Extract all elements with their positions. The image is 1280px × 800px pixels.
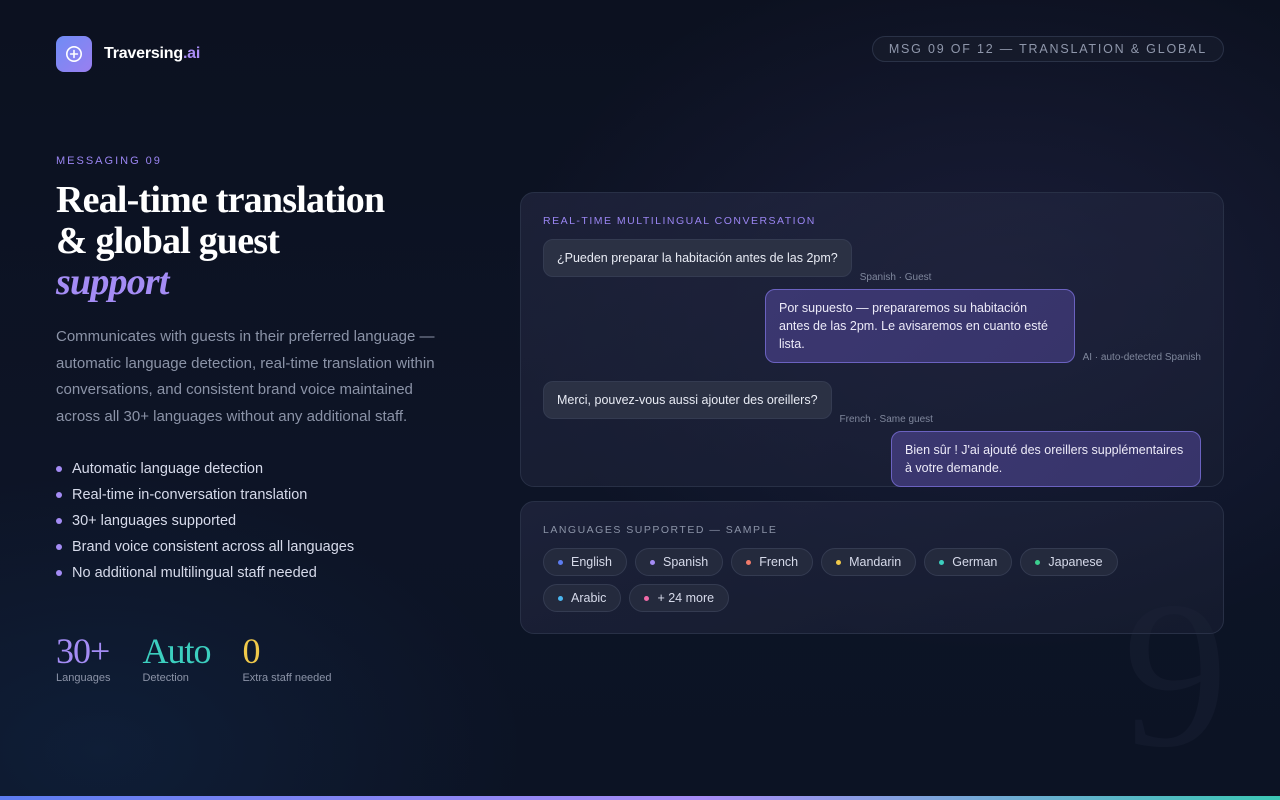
progress-pill: MSG 09 OF 12 — TRANSLATION & GLOBAL: [871, 36, 1224, 62]
guest-message-bubble: Merci, pouvez-vous aussi ajouter des ore…: [543, 381, 832, 419]
stat-label: Languages: [56, 672, 111, 684]
message-row: ¿Pueden preparar la habitación antes de …: [543, 239, 1201, 283]
hero-description: Communicates with guests in their prefer…: [56, 328, 435, 425]
languages-card-title: LANGUAGES SUPPORTED — SAMPLE: [543, 524, 778, 536]
language-chip-french[interactable]: French: [731, 548, 814, 576]
language-dot: [558, 595, 563, 601]
stat-extra-staff: 0 Extra staff needed: [242, 632, 331, 684]
title-accent: support: [56, 261, 169, 303]
title-line-1: Real-time translation: [56, 179, 385, 221]
stat-value: 30+: [56, 631, 110, 671]
bullet-dot: [56, 492, 62, 498]
feature-item: Real-time in-conversation translation: [56, 482, 354, 508]
language-dot: [1035, 559, 1041, 565]
brand-logo[interactable]: Traversing.ai: [56, 36, 200, 72]
language-chip-more[interactable]: + 24 more: [629, 584, 730, 612]
message-row: Por supuesto — prepararemos su habitació…: [543, 289, 1201, 363]
language-dot: [746, 559, 752, 565]
section-eyebrow: MESSAGING 09: [56, 155, 162, 167]
feature-item: No additional multilingual staff needed: [56, 560, 354, 586]
ai-message-bubble: Por supuesto — prepararemos su habitació…: [765, 289, 1075, 363]
stat-detection: Auto Detection: [142, 631, 211, 684]
language-dot: [836, 559, 842, 565]
stat-value: 0: [242, 631, 260, 671]
message-meta: Spanish · Guest: [859, 272, 932, 283]
message-row: Bien sûr ! J'ai ajouté des oreillers sup…: [543, 431, 1201, 487]
bottom-progress-bar: [0, 796, 1280, 800]
language-chip-list: English Spanish French Mandarin German J…: [543, 548, 1203, 612]
message-meta: French · Same guest: [839, 414, 933, 425]
message-row: Merci, pouvez-vous aussi ajouter des ore…: [543, 381, 1201, 425]
language-chip-spanish[interactable]: Spanish: [635, 548, 724, 576]
stats-row: 30+ Languages Auto Detection 0 Extra sta…: [56, 632, 332, 684]
guest-message-bubble: ¿Pueden preparar la habitación antes de …: [543, 239, 852, 277]
brand-name: Traversing.ai: [104, 45, 201, 62]
language-chip-japanese[interactable]: Japanese: [1020, 548, 1118, 576]
message-meta: AI · auto-detected Spanish: [1082, 352, 1201, 363]
feature-item: Brand voice consistent across all langua…: [56, 534, 354, 560]
page-title: Real-time translation & global guest sup…: [56, 180, 476, 303]
languages-card: LANGUAGES SUPPORTED — SAMPLE English Spa…: [520, 501, 1224, 634]
stat-value: Auto: [142, 631, 211, 671]
language-chip-english[interactable]: English: [543, 548, 627, 576]
feature-list: Automatic language detection Real-time i…: [56, 456, 354, 586]
feature-item: 30+ languages supported: [56, 508, 354, 534]
language-chip-german[interactable]: German: [924, 548, 1013, 576]
brand-tld: .ai: [182, 45, 201, 62]
language-chip-mandarin[interactable]: Mandarin: [821, 548, 917, 576]
stat-languages: 30+ Languages: [56, 632, 110, 684]
language-dot: [939, 559, 945, 565]
language-dot: [558, 559, 563, 565]
language-dot: [644, 595, 650, 601]
stat-label: Detection: [142, 672, 189, 684]
conversation-card-title: REAL-TIME MULTILINGUAL CONVERSATION: [543, 215, 816, 227]
title-line-2: & global guest: [56, 220, 280, 262]
language-dot: [650, 559, 655, 565]
stat-label: Extra staff needed: [242, 672, 332, 684]
ai-message-bubble: Bien sûr ! J'ai ajouté des oreillers sup…: [891, 431, 1201, 487]
plus-circle-icon: [56, 36, 92, 72]
feature-item: Automatic language detection: [56, 456, 354, 482]
bullet-dot: [56, 570, 62, 576]
bullet-dot: [56, 518, 62, 524]
bullet-dot: [56, 466, 62, 472]
conversation-card: REAL-TIME MULTILINGUAL CONVERSATION ¿Pue…: [520, 192, 1224, 487]
language-chip-arabic[interactable]: Arabic: [543, 584, 622, 612]
bullet-dot: [56, 544, 62, 550]
